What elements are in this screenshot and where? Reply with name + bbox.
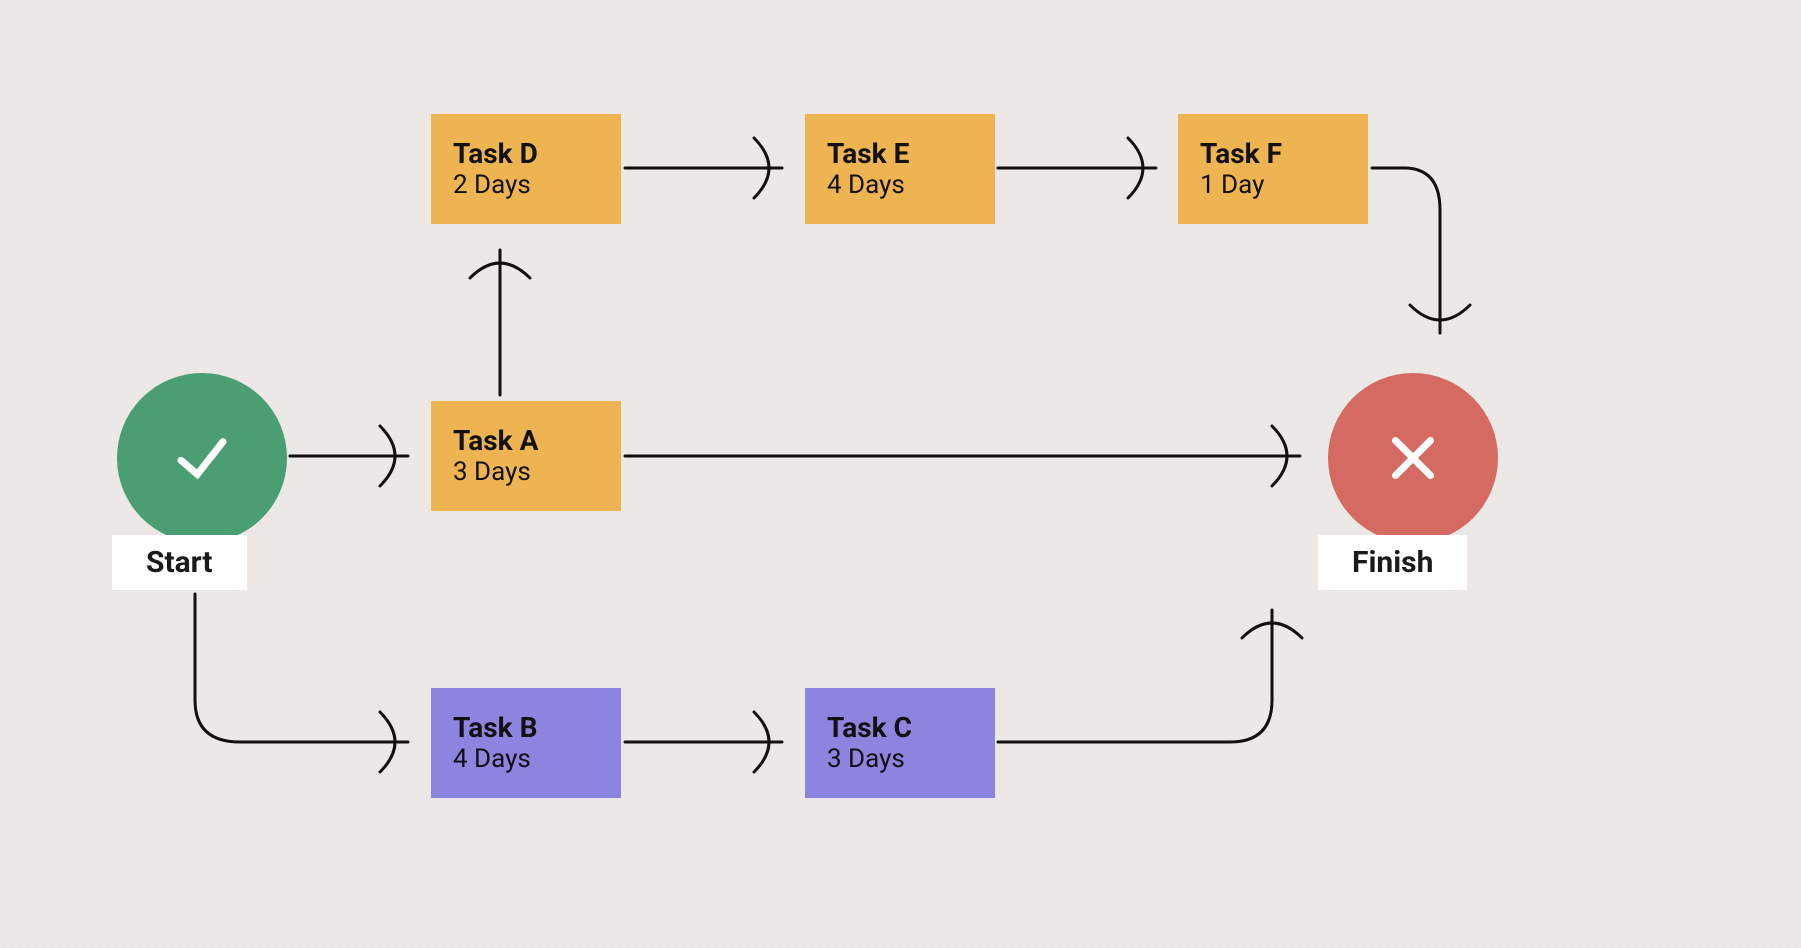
- finish-label-text: Finish: [1352, 545, 1433, 580]
- task-c-title: Task C: [827, 711, 995, 745]
- cross-icon: [1378, 423, 1448, 493]
- task-e: Task E 4 Days: [805, 114, 995, 224]
- edge-f-finish: [1372, 168, 1440, 333]
- task-a: Task A 3 Days: [431, 401, 621, 511]
- edge-start-b: [195, 594, 408, 742]
- task-e-duration: 4 Days: [827, 170, 995, 201]
- task-f: Task F 1 Day: [1178, 114, 1368, 224]
- task-a-title: Task A: [453, 424, 621, 458]
- check-icon: [167, 423, 237, 493]
- task-e-title: Task E: [827, 137, 995, 171]
- task-d: Task D 2 Days: [431, 114, 621, 224]
- finish-node: [1328, 373, 1498, 543]
- task-f-duration: 1 Day: [1200, 170, 1368, 201]
- task-c-duration: 3 Days: [827, 744, 995, 775]
- task-c: Task C 3 Days: [805, 688, 995, 798]
- task-b-duration: 4 Days: [453, 744, 621, 775]
- task-b: Task B 4 Days: [431, 688, 621, 798]
- task-f-title: Task F: [1200, 137, 1368, 171]
- start-node: [117, 373, 287, 543]
- start-label: Start: [112, 535, 247, 590]
- finish-label: Finish: [1318, 535, 1467, 590]
- start-label-text: Start: [146, 545, 213, 580]
- task-d-title: Task D: [453, 137, 621, 171]
- task-a-duration: 3 Days: [453, 457, 621, 488]
- edge-c-finish: [998, 610, 1272, 742]
- task-b-title: Task B: [453, 711, 621, 745]
- task-d-duration: 2 Days: [453, 170, 621, 201]
